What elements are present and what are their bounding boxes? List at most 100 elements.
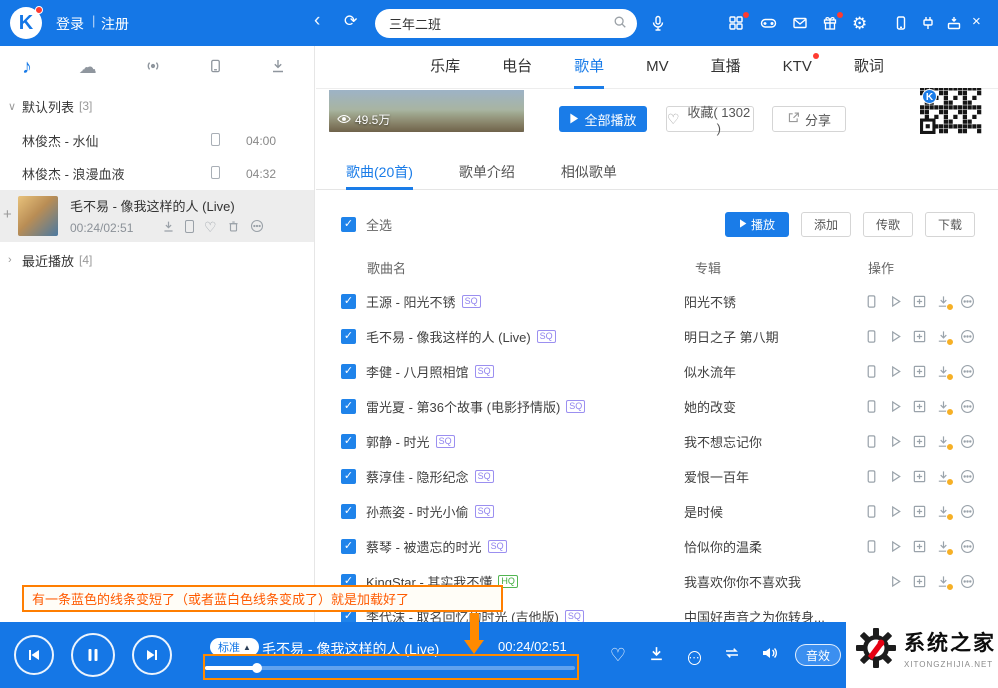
main-nav-tab[interactable]: 电台 <box>502 46 532 89</box>
device-icon[interactable] <box>864 329 879 344</box>
more-icon[interactable] <box>960 364 975 379</box>
main-nav-tab[interactable]: 直播 <box>711 46 741 89</box>
cloud-icon[interactable]: ☁ <box>79 57 97 78</box>
apps-grid-icon[interactable] <box>728 15 746 33</box>
play-icon[interactable] <box>888 364 903 379</box>
mic-icon[interactable] <box>650 15 668 33</box>
play-icon[interactable] <box>888 434 903 449</box>
add-selected-button[interactable]: 添加 <box>801 212 851 237</box>
add-icon[interactable]: + <box>3 206 12 223</box>
download-selected-button[interactable]: 下载 <box>925 212 975 237</box>
search-box[interactable] <box>375 9 637 38</box>
add-to-playlist-icon[interactable] <box>912 364 927 379</box>
volume-icon[interactable] <box>760 645 780 665</box>
share-button[interactable]: 分享 <box>772 106 846 132</box>
play-icon[interactable] <box>888 574 903 589</box>
login-link[interactable]: 登录 <box>56 14 84 34</box>
device-icon[interactable] <box>185 220 194 236</box>
add-to-playlist-icon[interactable] <box>912 539 927 554</box>
download-icon[interactable] <box>936 294 951 309</box>
add-to-playlist-icon[interactable] <box>912 434 927 449</box>
device-icon[interactable] <box>864 364 879 379</box>
more-icon[interactable] <box>960 469 975 484</box>
trash-icon[interactable] <box>227 220 240 236</box>
row-checkbox[interactable] <box>341 329 356 344</box>
app-logo[interactable]: K <box>10 7 42 39</box>
search-icon[interactable] <box>613 15 627 32</box>
heart-icon[interactable]: ♡ <box>204 219 217 236</box>
play-icon[interactable] <box>888 469 903 484</box>
main-nav-tab[interactable]: 歌单 <box>574 46 604 89</box>
download-icon[interactable] <box>936 574 951 589</box>
device-icon[interactable] <box>864 399 879 414</box>
table-row[interactable]: 孙燕姿 - 时光小偷 SQ 是时候 <box>316 494 998 529</box>
local-music-icon[interactable]: ♪ <box>22 56 32 79</box>
mini-mode-icon[interactable] <box>946 15 964 33</box>
device-status-icon[interactable] <box>211 133 220 149</box>
more-icon[interactable] <box>960 399 975 414</box>
recent-list-header[interactable]: › 最近播放 [4] <box>0 242 314 278</box>
main-nav-tab[interactable]: MV <box>646 46 669 89</box>
play-icon[interactable] <box>888 399 903 414</box>
play-selected-button[interactable]: 播放 <box>725 212 789 237</box>
more-icon[interactable] <box>960 329 975 344</box>
sidebar-track-row[interactable]: 林俊杰 - 水仙 04:00 <box>0 124 314 157</box>
now-playing-item[interactable]: + 毛不易 - 像我这样的人 (Live) 00:24/02:51 ♡ <box>0 190 314 242</box>
radio-icon[interactable] <box>144 58 162 77</box>
select-all-checkbox[interactable] <box>341 217 356 232</box>
download-icon[interactable] <box>936 399 951 414</box>
playlist-tab[interactable]: 歌曲(20首) <box>346 156 413 189</box>
playlist-tab[interactable]: 相似歌单 <box>561 156 617 189</box>
device-icon[interactable] <box>864 539 879 554</box>
add-to-playlist-icon[interactable] <box>912 504 927 519</box>
row-checkbox[interactable] <box>341 364 356 379</box>
download-icon[interactable] <box>936 539 951 554</box>
row-checkbox[interactable] <box>341 434 356 449</box>
download-icon[interactable] <box>936 469 951 484</box>
more-icon[interactable] <box>250 219 264 236</box>
close-icon[interactable]: × <box>972 13 990 31</box>
more-icon[interactable] <box>960 539 975 554</box>
device-icon[interactable] <box>864 434 879 449</box>
download-icon[interactable] <box>162 220 175 236</box>
play-icon[interactable] <box>888 329 903 344</box>
more-icon[interactable] <box>960 294 975 309</box>
row-checkbox[interactable] <box>341 399 356 414</box>
settings-gear-icon[interactable]: ⚙ <box>852 15 870 33</box>
play-icon[interactable] <box>888 504 903 519</box>
device-icon[interactable] <box>864 294 879 309</box>
more-icon[interactable] <box>960 504 975 519</box>
table-row[interactable]: 王源 - 阳光不锈 SQ 阳光不锈 <box>316 284 998 319</box>
device-status-icon[interactable] <box>211 166 220 182</box>
playlist-tab[interactable]: 歌单介绍 <box>459 156 515 189</box>
mail-icon[interactable] <box>792 15 810 33</box>
more-icon[interactable] <box>960 434 975 449</box>
row-checkbox[interactable] <box>341 539 356 554</box>
pause-button[interactable] <box>71 633 115 677</box>
transfer-selected-button[interactable]: 传歌 <box>863 212 913 237</box>
sidebar-track-row[interactable]: 林俊杰 - 浪漫血液 04:32 <box>0 157 314 190</box>
phone-icon[interactable] <box>893 15 911 33</box>
next-button[interactable] <box>132 635 172 675</box>
table-row[interactable]: 蔡琴 - 被遗忘的时光 SQ 恰似你的温柔 <box>316 529 998 564</box>
playlist-cover-image[interactable]: 49.5万 <box>329 90 524 132</box>
plugin-icon[interactable] <box>920 15 938 33</box>
device-icon[interactable] <box>864 469 879 484</box>
device-tab-icon[interactable] <box>208 58 223 77</box>
add-to-playlist-icon[interactable] <box>912 329 927 344</box>
row-checkbox[interactable] <box>341 294 356 309</box>
now-playing-thumbnail[interactable] <box>18 196 58 236</box>
heart-icon[interactable]: ♡ <box>608 645 628 665</box>
main-nav-tab[interactable]: 乐库 <box>430 46 460 89</box>
search-input[interactable] <box>389 16 613 31</box>
more-icon[interactable] <box>960 574 975 589</box>
main-nav-tab[interactable]: 歌词 <box>854 46 884 89</box>
main-nav-tab[interactable]: KTV <box>783 46 812 89</box>
play-mode-icon[interactable] <box>722 645 742 665</box>
add-to-playlist-icon[interactable] <box>912 294 927 309</box>
more-icon[interactable]: ⋯ <box>684 645 704 665</box>
table-row[interactable]: 雷光夏 - 第36个故事 (电影抒情版) SQ 她的改变 <box>316 389 998 424</box>
table-row[interactable]: 毛不易 - 像我这样的人 (Live) SQ 明日之子 第八期 <box>316 319 998 354</box>
play-icon[interactable] <box>888 294 903 309</box>
add-to-playlist-icon[interactable] <box>912 574 927 589</box>
